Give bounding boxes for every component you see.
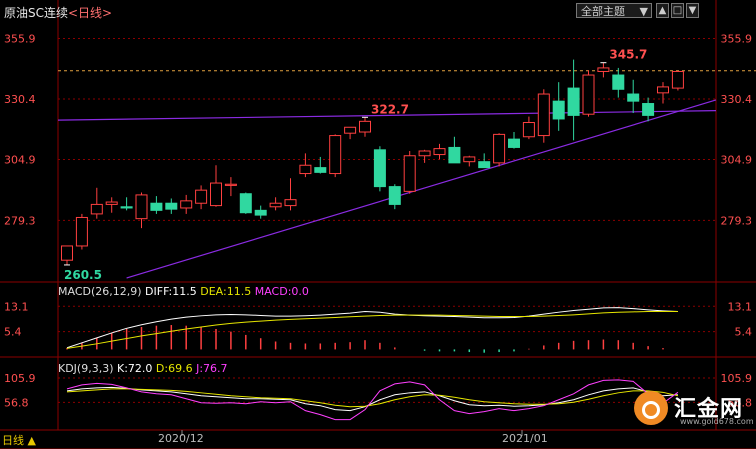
price-tick-label: 355.9 (4, 32, 36, 45)
candle-body (75, 216, 88, 247)
candle-body (373, 149, 386, 188)
price-tick-label: 355.9 (721, 32, 753, 45)
macd-tick-label: 13.1 (728, 300, 753, 313)
theme-select[interactable]: 全部主题 ▼ (576, 3, 652, 18)
candle-body (642, 103, 655, 116)
kdj-j: J:76.7 (196, 362, 228, 375)
candle-body (671, 70, 684, 89)
candle-body (165, 202, 178, 210)
candle-body (314, 167, 327, 173)
candle-body (329, 135, 342, 175)
kdj-label: KDJ(9,3,3) (58, 362, 114, 375)
kdj-tick-label: 56.8 (4, 396, 29, 409)
candle-body (120, 206, 133, 209)
macd-panel (66, 307, 678, 353)
instrument-title: 原油SC连续 (4, 6, 68, 20)
chart-canvas: 345.7 322.7 260.5 355.9 355.9 330.4 330.4 304.… (0, 0, 756, 449)
candle-body (239, 193, 252, 214)
candle-body (359, 120, 371, 133)
price-annotation: 260.5 (64, 268, 102, 282)
candle-body (508, 138, 520, 148)
kdj-d: D:69.6 (155, 362, 193, 375)
candle-body (493, 133, 506, 164)
price-tick-label: 330.4 (721, 93, 753, 106)
candle-body (627, 93, 640, 102)
candle-body (552, 100, 565, 120)
kdj-header: KDJ(9,3,3) K:72.0 D:69.6 J:76.7 (58, 362, 228, 375)
candle-body (344, 126, 357, 134)
candle-body (135, 194, 148, 220)
kdj-panel (66, 379, 679, 421)
candle-body (105, 201, 118, 205)
scroll-up-icon[interactable]: ▲ (656, 3, 669, 18)
candle-body (597, 67, 610, 72)
macd-dea: DEA:11.5 (200, 285, 252, 298)
date-label-jan: 2021/01 (502, 432, 548, 445)
period-label[interactable]: <日线> (68, 6, 112, 20)
watermark-url: www.gold678.com (680, 417, 754, 426)
macd-diff: DIFF:11.5 (145, 285, 197, 298)
scroll-down-icon[interactable]: ▼ (686, 3, 699, 18)
price-annotation: 345.7 (609, 48, 647, 62)
candle-body (61, 245, 73, 261)
candle-body (582, 74, 595, 115)
price-panel: 345.7 322.7 260.5 (57, 48, 717, 282)
candle-body (195, 189, 208, 204)
price-tick-label: 304.9 (721, 154, 753, 167)
candle-body (284, 199, 297, 207)
chevron-down-icon: ▼ (639, 5, 648, 18)
kdj-k: K:72.0 (117, 362, 153, 375)
candle-body (90, 203, 103, 215)
candle-body (418, 150, 431, 157)
kdj-tick-label: 105.9 (721, 372, 753, 385)
candle-body (433, 148, 446, 156)
candle-body (657, 86, 669, 94)
watermark-logo: 汇金网 www.gold678.com (634, 389, 754, 429)
price-tick-label: 330.4 (4, 93, 36, 106)
candle-body (210, 182, 222, 207)
candle-body (537, 93, 550, 137)
chart-header: 原油SC连续<日线> (4, 4, 112, 21)
kdj-tick-label: 105.9 (4, 372, 36, 385)
window-icon[interactable]: □ (671, 3, 684, 18)
date-label-dec: 2020/12 (158, 432, 204, 445)
kdj-d-line (66, 388, 679, 408)
candle-body (567, 87, 580, 116)
price-annotation: 322.7 (371, 102, 409, 116)
kdj-k-line (66, 386, 678, 412)
candle-body (269, 202, 282, 208)
candle-body (254, 209, 267, 216)
macd-header: MACD(26,12,9) DIFF:11.5 DEA:11.5 MACD:0.… (58, 285, 309, 298)
price-tick-label: 279.3 (4, 214, 36, 227)
candle-body (388, 186, 401, 205)
macd-tick-label: 5.4 (735, 326, 753, 339)
candle-body (612, 74, 625, 90)
period-toggle[interactable]: 日线 ▲ (2, 432, 36, 448)
candle-body (403, 155, 416, 192)
macd-tick-label: 5.4 (4, 326, 22, 339)
price-tick-label: 304.9 (4, 154, 36, 167)
candle-body (180, 200, 193, 209)
candle-body (299, 164, 312, 175)
candle-body (448, 146, 461, 164)
candle-body (463, 156, 476, 163)
price-tick-label: 279.3 (721, 214, 753, 227)
theme-label: 全部主题 (581, 5, 625, 18)
macd-value: MACD:0.0 (254, 285, 309, 298)
candle-body (522, 122, 535, 138)
logo-icon (634, 391, 668, 425)
candle-body (224, 183, 237, 186)
candle-body (150, 202, 163, 211)
candle-body (478, 161, 491, 169)
macd-tick-label: 13.1 (4, 300, 29, 313)
macd-dea-line (66, 311, 678, 349)
macd-label: MACD(26,12,9) (58, 285, 142, 298)
